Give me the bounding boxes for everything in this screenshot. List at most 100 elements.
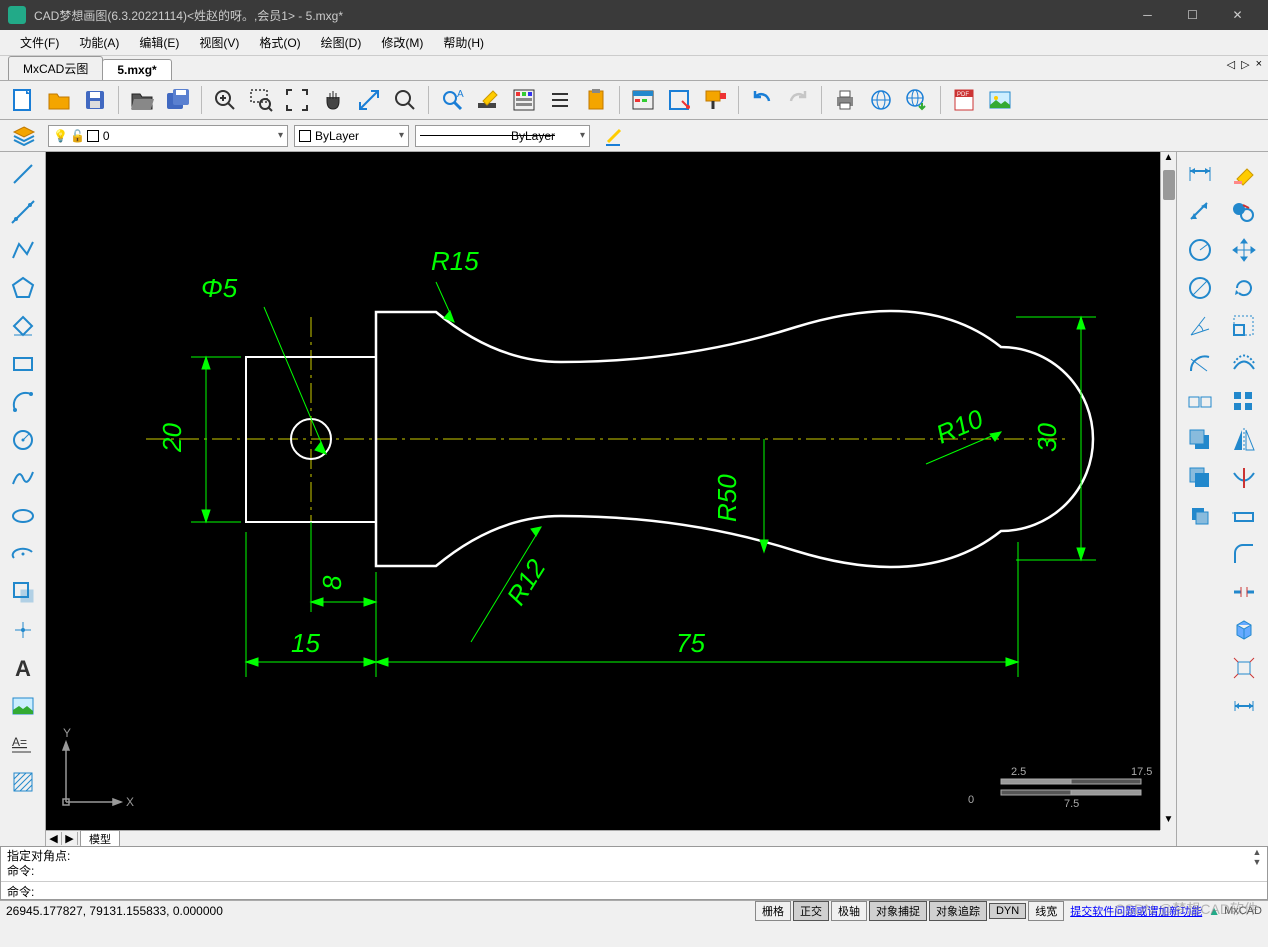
polyline-button[interactable] <box>5 232 41 268</box>
hatch-button[interactable] <box>5 764 41 800</box>
layer-dropdown[interactable]: 💡🔓 0 <box>48 125 288 147</box>
scroll-down-icon[interactable]: ▼ <box>1161 814 1176 830</box>
trim-button[interactable] <box>1226 460 1262 496</box>
open-folder-button[interactable] <box>125 83 159 117</box>
copy-button[interactable] <box>1226 194 1262 230</box>
scroll-thumb[interactable] <box>1163 170 1175 200</box>
cmd-scroll-up[interactable]: ▲ <box>1249 847 1265 857</box>
maximize-button[interactable]: ☐ <box>1170 0 1215 30</box>
circle-button[interactable] <box>5 422 41 458</box>
close-button[interactable]: ✕ <box>1215 0 1260 30</box>
move-button[interactable] <box>1226 232 1262 268</box>
print-button[interactable] <box>828 83 862 117</box>
zoom-extents-button[interactable] <box>280 83 314 117</box>
menu-format[interactable]: 格式(O) <box>249 30 310 55</box>
menu-file[interactable]: 文件(F) <box>10 30 69 55</box>
menu-draw[interactable]: 绘图(D) <box>311 30 372 55</box>
tab-next-icon[interactable]: ▷ <box>1239 58 1251 71</box>
scroll-left-icon[interactable]: ◀ <box>46 832 62 845</box>
search-button[interactable]: A <box>435 83 469 117</box>
minimize-button[interactable]: ─ <box>1125 0 1170 30</box>
tab-close-icon[interactable]: × <box>1254 58 1264 71</box>
offset-button[interactable] <box>1226 346 1262 382</box>
linetype-set-button[interactable] <box>596 123 632 149</box>
3d-button[interactable] <box>1226 612 1262 648</box>
scroll-right-icon[interactable]: ▶ <box>62 832 78 845</box>
polygon-button[interactable] <box>5 270 41 306</box>
layer-panel-button[interactable] <box>626 83 660 117</box>
send-back-button[interactable] <box>1182 460 1218 496</box>
ellipse-button[interactable] <box>5 498 41 534</box>
open-button[interactable] <box>42 83 76 117</box>
undo-button[interactable] <box>745 83 779 117</box>
array-button[interactable] <box>1226 384 1262 420</box>
dim-radius-button[interactable] <box>1182 232 1218 268</box>
command-input[interactable] <box>38 885 1261 899</box>
extend-button[interactable] <box>1226 498 1262 534</box>
menu-help[interactable]: 帮助(H) <box>433 30 494 55</box>
xline-button[interactable] <box>5 194 41 230</box>
explode-button[interactable] <box>1226 650 1262 686</box>
clipboard-button[interactable] <box>579 83 613 117</box>
mirror-button[interactable] <box>1226 422 1262 458</box>
drawing-canvas[interactable]: 20 30 15 75 <box>46 152 1160 830</box>
pdf-button[interactable]: PDF <box>947 83 981 117</box>
dim-angular-button[interactable] <box>1182 308 1218 344</box>
tab-cloud[interactable]: MxCAD云图 <box>8 56 103 80</box>
model-tab[interactable]: 模型 <box>80 830 120 848</box>
save-as-button[interactable] <box>161 83 195 117</box>
menu-function[interactable]: 功能(A) <box>69 30 129 55</box>
linetype-dropdown[interactable]: ByLayer <box>415 125 590 147</box>
menu-edit[interactable]: 编辑(E) <box>129 30 189 55</box>
web-down-button[interactable] <box>900 83 934 117</box>
osnap-button[interactable]: 对象捕捉 <box>869 901 927 921</box>
dim-linear-button[interactable] <box>1182 156 1218 192</box>
rotate-button[interactable] <box>1226 270 1262 306</box>
edit-text-button[interactable] <box>471 83 505 117</box>
horizontal-scrollbar[interactable]: ◀ ▶ 模型 <box>46 830 1160 846</box>
list-button[interactable] <box>543 83 577 117</box>
point-button[interactable] <box>5 612 41 648</box>
image-insert-button[interactable] <box>5 688 41 724</box>
tab-5mxg[interactable]: 5.mxg* <box>102 59 171 80</box>
polar-button[interactable]: 极轴 <box>831 901 867 921</box>
dim-diameter-button[interactable] <box>1182 270 1218 306</box>
image-button[interactable] <box>983 83 1017 117</box>
dim-aligned-button[interactable] <box>1182 194 1218 230</box>
scroll-up-icon[interactable]: ▲ <box>1161 152 1176 168</box>
fillet-button[interactable] <box>1226 536 1262 572</box>
paint-button[interactable] <box>698 83 732 117</box>
new-button[interactable] <box>6 83 40 117</box>
insert-block-button[interactable] <box>5 574 41 610</box>
spline-button[interactable] <box>5 460 41 496</box>
dim-arc-button[interactable] <box>1182 346 1218 382</box>
text-button[interactable]: A <box>5 650 41 686</box>
ellipse-arc-button[interactable] <box>5 536 41 572</box>
scale-button[interactable] <box>1226 308 1262 344</box>
snap-grid-button[interactable]: 栅格 <box>755 901 791 921</box>
save-button[interactable] <box>78 83 112 117</box>
lineweight-button[interactable]: 线宽 <box>1028 901 1064 921</box>
web-button[interactable] <box>864 83 898 117</box>
ortho-button[interactable]: 正交 <box>793 901 829 921</box>
bring-above-button[interactable] <box>1182 498 1218 534</box>
zoom-window-button[interactable] <box>244 83 278 117</box>
cmd-scroll-down[interactable]: ▼ <box>1249 857 1265 867</box>
color-dropdown[interactable]: ByLayer <box>294 125 409 147</box>
redo-button[interactable] <box>781 83 815 117</box>
dyn-button[interactable]: DYN <box>989 903 1026 919</box>
dim-continue-button[interactable] <box>1182 384 1218 420</box>
menu-view[interactable]: 视图(V) <box>189 30 249 55</box>
stretch-button[interactable] <box>1226 688 1262 724</box>
layer-manager-button[interactable] <box>6 123 42 149</box>
arc-button[interactable] <box>5 384 41 420</box>
zoom-in-button[interactable] <box>208 83 242 117</box>
otrack-button[interactable]: 对象追踪 <box>929 901 987 921</box>
bring-front-button[interactable] <box>1182 422 1218 458</box>
erase-button[interactable] <box>1226 156 1262 192</box>
menu-modify[interactable]: 修改(M) <box>371 30 433 55</box>
mtext-button[interactable]: A= <box>5 726 41 762</box>
vertical-scrollbar[interactable]: ▲ ▼ <box>1160 152 1176 830</box>
break-button[interactable] <box>1226 574 1262 610</box>
polygon2-button[interactable] <box>5 308 41 344</box>
